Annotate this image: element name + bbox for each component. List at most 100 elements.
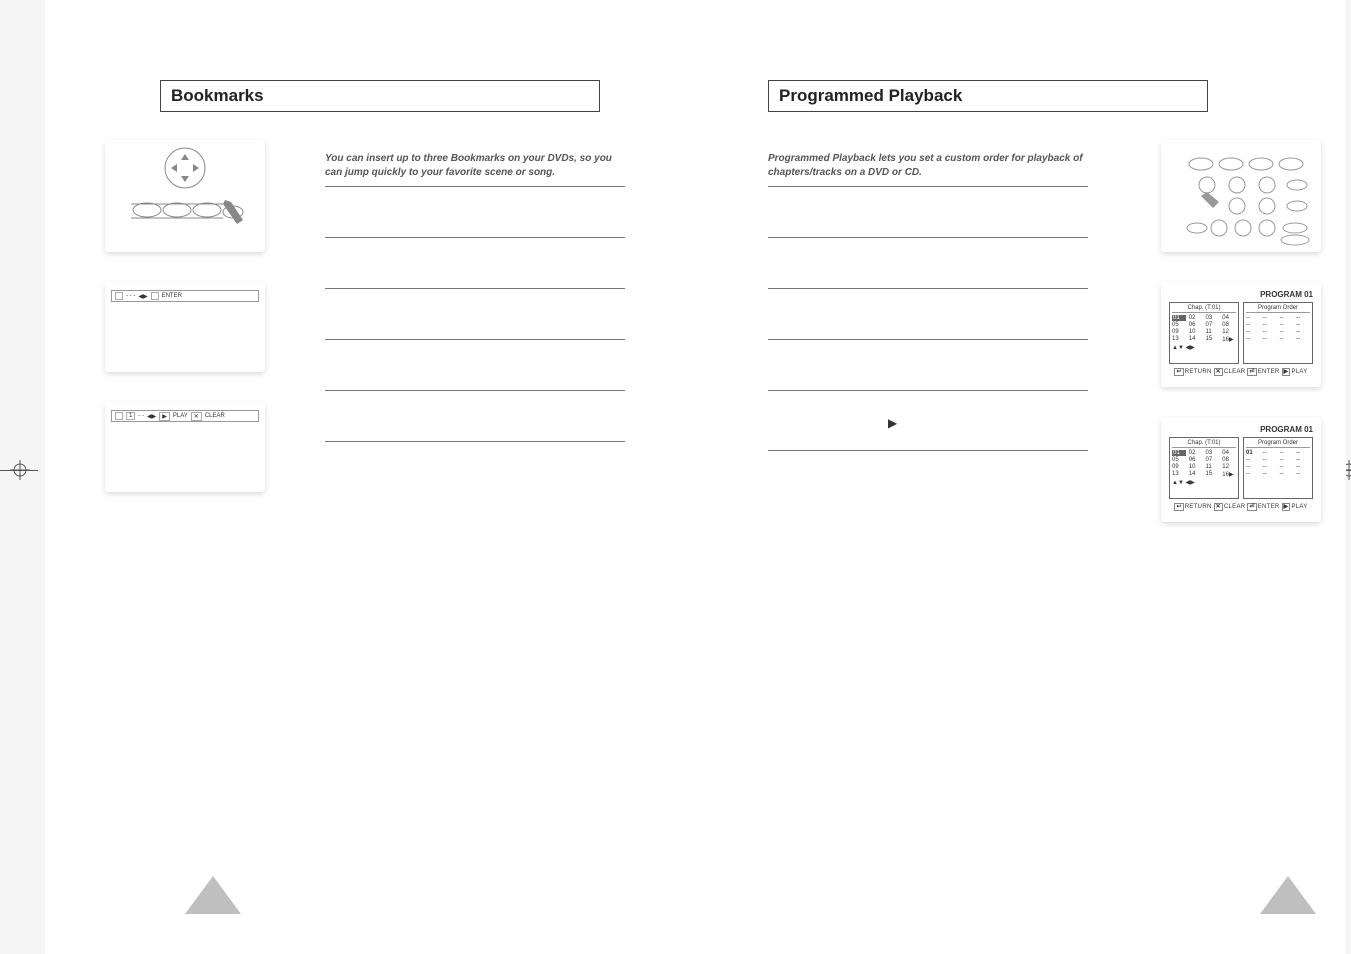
enter-label: ENTER xyxy=(1258,504,1280,510)
chapter-cell: 03 xyxy=(1206,450,1220,456)
order-cell: -- xyxy=(1246,471,1260,477)
order-cell: -- xyxy=(1280,336,1294,342)
chapter-cell: 05 xyxy=(1172,457,1186,463)
divider xyxy=(768,288,1088,289)
chapter-cell: 16▶ xyxy=(1222,471,1236,478)
chapter-cell: 11 xyxy=(1206,329,1220,335)
section-title-bookmarks: Bookmarks xyxy=(160,80,600,112)
order-cell: -- xyxy=(1263,471,1277,477)
chapter-cell: 08 xyxy=(1222,457,1236,463)
order-cell: -- xyxy=(1246,457,1260,463)
chapter-cell: 12 xyxy=(1222,329,1236,335)
programmed-intro: Programmed Playback lets you set a custo… xyxy=(768,152,1088,180)
order-cell: -- xyxy=(1296,457,1310,463)
nav-arrows-icon: ▲▼ ◀▶ xyxy=(1172,344,1236,351)
order-grid: 01 -- -- -- -- -- -- -- -- -- -- xyxy=(1246,450,1310,477)
chapter-cell: 05 xyxy=(1172,322,1186,328)
order-panel: Program Order 01 -- -- -- -- -- -- -- -- xyxy=(1243,437,1313,499)
arrows-icon: ◀▶ xyxy=(138,293,147,300)
order-cell: -- xyxy=(1280,471,1294,477)
order-cell: -- xyxy=(1296,450,1310,456)
section-title-programmed: Programmed Playback xyxy=(768,80,1208,112)
order-cell: -- xyxy=(1263,464,1277,470)
chapter-cell: 09 xyxy=(1172,329,1186,335)
chapter-grid: 01 02 03 04 05 06 07 08 09 10 11 xyxy=(1172,315,1236,343)
enter-icon xyxy=(151,292,159,300)
return-label: RETURN xyxy=(1185,369,1212,375)
bookmark-icon xyxy=(115,412,123,420)
order-cell: -- xyxy=(1280,315,1294,321)
chapter-cell: 04 xyxy=(1222,315,1236,321)
program-heading: PROGRAM 01 xyxy=(1169,290,1313,299)
chapter-panel-header: Chap. (T:01) xyxy=(1172,440,1236,448)
right-page: Programmed Playback Programmed Playback … xyxy=(748,80,1296,451)
enter-icon: ⏎ xyxy=(1247,503,1256,511)
order-cell: 01 xyxy=(1246,450,1260,456)
chapter-grid: 01 02 03 04 05 06 07 08 09 10 11 xyxy=(1172,450,1236,478)
enter-icon: ⏎ xyxy=(1247,368,1256,376)
divider xyxy=(768,237,1088,238)
order-cell: -- xyxy=(1246,322,1260,328)
clear-icon: ✕ xyxy=(1214,503,1223,511)
play-label: PLAY xyxy=(1291,504,1307,510)
chapter-cell: 04 xyxy=(1222,450,1236,456)
chapter-cell: 16▶ xyxy=(1222,336,1236,343)
order-cell: -- xyxy=(1296,336,1310,342)
program-footer: ↩RETURN ✕CLEAR ⏎ENTER ▶PLAY xyxy=(1169,503,1313,510)
clear-label: CLEAR xyxy=(1224,369,1246,375)
chapter-cell: 07 xyxy=(1206,457,1220,463)
divider xyxy=(325,288,625,289)
program-heading: PROGRAM 01 xyxy=(1169,425,1313,434)
chapter-cell: 06 xyxy=(1189,322,1203,328)
clear-label: CLEAR xyxy=(1224,504,1246,510)
order-cell: -- xyxy=(1246,315,1260,321)
order-cell: -- xyxy=(1263,336,1277,342)
chapter-cell: 01 xyxy=(1172,450,1186,456)
order-cell: -- xyxy=(1296,471,1310,477)
order-cell: -- xyxy=(1246,336,1260,342)
osd-slots: - - - xyxy=(126,293,135,299)
chapter-cell: 06 xyxy=(1189,457,1203,463)
divider xyxy=(768,390,1088,391)
divider xyxy=(325,390,625,391)
remote-illustration xyxy=(105,140,265,252)
program-screen-empty: PROGRAM 01 Chap. (T:01) 01 02 03 04 05 0… xyxy=(1161,282,1321,387)
page-corner-icon xyxy=(1260,876,1316,914)
nav-arrows-icon: ▲▼ ◀▶ xyxy=(1172,479,1236,486)
chapter-cell: 02 xyxy=(1189,315,1203,321)
order-grid: -- -- -- -- -- -- -- -- -- -- -- xyxy=(1246,315,1310,342)
chapter-cell: 13 xyxy=(1172,471,1186,478)
chapter-cell: 15 xyxy=(1206,471,1220,478)
chapter-cell: 14 xyxy=(1189,336,1203,343)
chapter-cell: 01 xyxy=(1172,315,1186,321)
chapter-cell: 12 xyxy=(1222,464,1236,470)
enter-label: ENTER xyxy=(1258,369,1280,375)
program-footer: ↩RETURN ✕CLEAR ⏎ENTER ▶PLAY xyxy=(1169,368,1313,375)
osd-bookmark-set: 1 - - ◀▶ ▶ PLAY ✕ CLEAR xyxy=(105,402,265,492)
registration-mark-icon xyxy=(10,460,30,480)
return-icon: ↩ xyxy=(1174,503,1183,511)
play-icon: ▶ xyxy=(1282,368,1291,376)
order-cell: -- xyxy=(1263,450,1277,456)
chapter-panel-header: Chap. (T:01) xyxy=(1172,305,1236,313)
arrows-icon: ◀▶ xyxy=(147,413,156,420)
chapter-cell: 03 xyxy=(1206,315,1220,321)
osd-play-label: PLAY xyxy=(173,413,188,419)
order-cell: -- xyxy=(1263,457,1277,463)
order-cell: -- xyxy=(1280,322,1294,328)
order-cell: -- xyxy=(1263,315,1277,321)
order-panel-header: Program Order xyxy=(1246,440,1310,448)
return-icon: ↩ xyxy=(1174,368,1183,376)
divider xyxy=(768,450,1088,451)
order-cell: -- xyxy=(1280,457,1294,463)
order-cell: -- xyxy=(1280,450,1294,456)
left-page: Bookmarks You can insert up to three Boo… xyxy=(160,80,688,451)
page-corner-icon xyxy=(185,876,241,914)
chapter-cell: 11 xyxy=(1206,464,1220,470)
divider xyxy=(768,186,1088,187)
order-cell: -- xyxy=(1296,329,1310,335)
divider xyxy=(325,441,625,442)
order-cell: -- xyxy=(1280,464,1294,470)
chapter-cell: 15 xyxy=(1206,336,1220,343)
chapter-cell: 07 xyxy=(1206,322,1220,328)
